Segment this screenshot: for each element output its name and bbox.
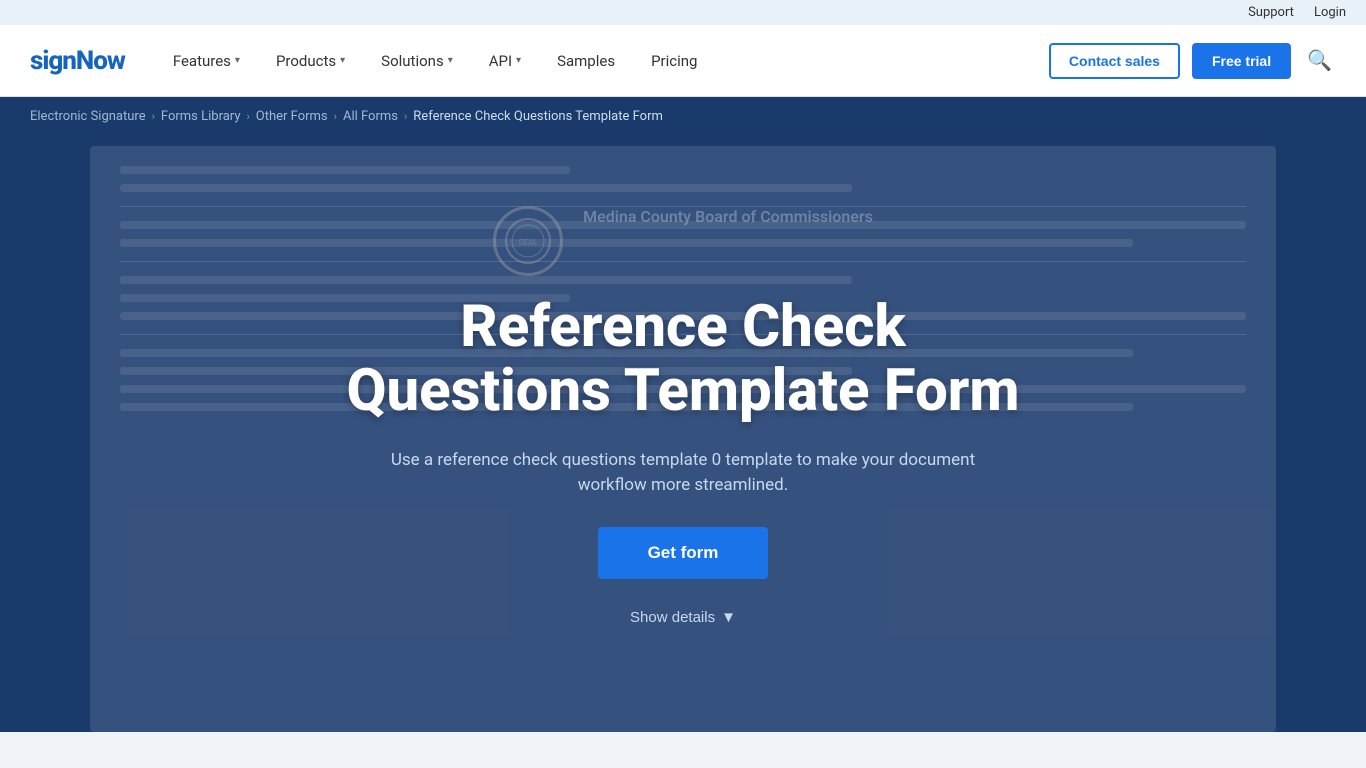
chevron-down-icon: ▼ [721,609,736,626]
features-chevron-icon: ▾ [235,55,240,66]
breadcrumb-sep-1: › [152,110,155,123]
nav-products-label: Products [276,52,336,70]
org-header: SEAL Medina County Board of Commissioner… [493,206,873,276]
nav-item-solutions[interactable]: Solutions ▾ [363,25,471,97]
hero-title-line1: Reference Check [460,293,906,361]
nav-item-products[interactable]: Products ▾ [258,25,363,97]
breadcrumb: Electronic Signature › Forms Library › O… [0,97,1366,136]
support-link[interactable]: Support [1248,5,1294,20]
nav-features-label: Features [173,52,231,70]
breadcrumb-other-forms[interactable]: Other Forms [256,109,328,124]
solutions-chevron-icon: ▾ [448,55,453,66]
show-details-label: Show details [630,609,715,626]
logo[interactable]: signNow [30,46,125,76]
contact-sales-button[interactable]: Contact sales [1049,43,1180,79]
breadcrumb-all-forms[interactable]: All Forms [343,109,398,124]
hero-title: Reference Check Questions Template Form [346,296,1019,424]
breadcrumb-current: Reference Check Questions Template Form [413,109,663,124]
logo-text: signNow [30,46,125,76]
breadcrumb-forms-library[interactable]: Forms Library [161,109,241,124]
breadcrumb-sep-2: › [246,110,249,123]
hero-overlay: SEAL Medina County Board of Commissioner… [0,176,1366,666]
main-nav: signNow Features ▾ Products ▾ Solutions … [0,25,1366,97]
nav-items: Features ▾ Products ▾ Solutions ▾ API ▾ … [155,25,1049,97]
seal-svg: SEAL [503,216,553,266]
breadcrumb-electronic-signature[interactable]: Electronic Signature [30,109,146,124]
get-form-button[interactable]: Get form [598,527,769,579]
free-trial-button[interactable]: Free trial [1192,43,1291,79]
nav-right: Contact sales Free trial 🔍 [1049,43,1336,79]
nav-solutions-label: Solutions [381,52,444,70]
org-title: Medina County Board of Commissioners [583,206,873,228]
hero-section: SEAL Medina County Board of Commissioner… [0,136,1366,732]
nav-samples-label: Samples [557,52,615,70]
breadcrumb-sep-3: › [334,110,337,123]
breadcrumb-sep-4: › [404,110,407,123]
api-chevron-icon: ▾ [516,55,521,66]
login-link[interactable]: Login [1314,5,1346,20]
county-seal: SEAL [493,206,563,276]
top-utility-bar: Support Login [0,0,1366,25]
nav-item-api[interactable]: API ▾ [471,25,539,97]
nav-pricing-label: Pricing [651,52,697,70]
search-button[interactable]: 🔍 [1303,44,1336,77]
search-icon: 🔍 [1307,50,1332,72]
nav-item-features[interactable]: Features ▾ [155,25,258,97]
products-chevron-icon: ▾ [340,55,345,66]
nav-item-samples[interactable]: Samples [539,25,633,97]
nav-item-pricing[interactable]: Pricing [633,25,715,97]
doc-bg-line [120,166,570,174]
hero-title-line2: Questions Template Form [346,357,1019,425]
hero-subtitle: Use a reference check questions template… [373,448,993,499]
nav-api-label: API [489,52,512,70]
show-details-button[interactable]: Show details ▼ [630,609,736,626]
svg-text:SEAL: SEAL [519,238,539,247]
